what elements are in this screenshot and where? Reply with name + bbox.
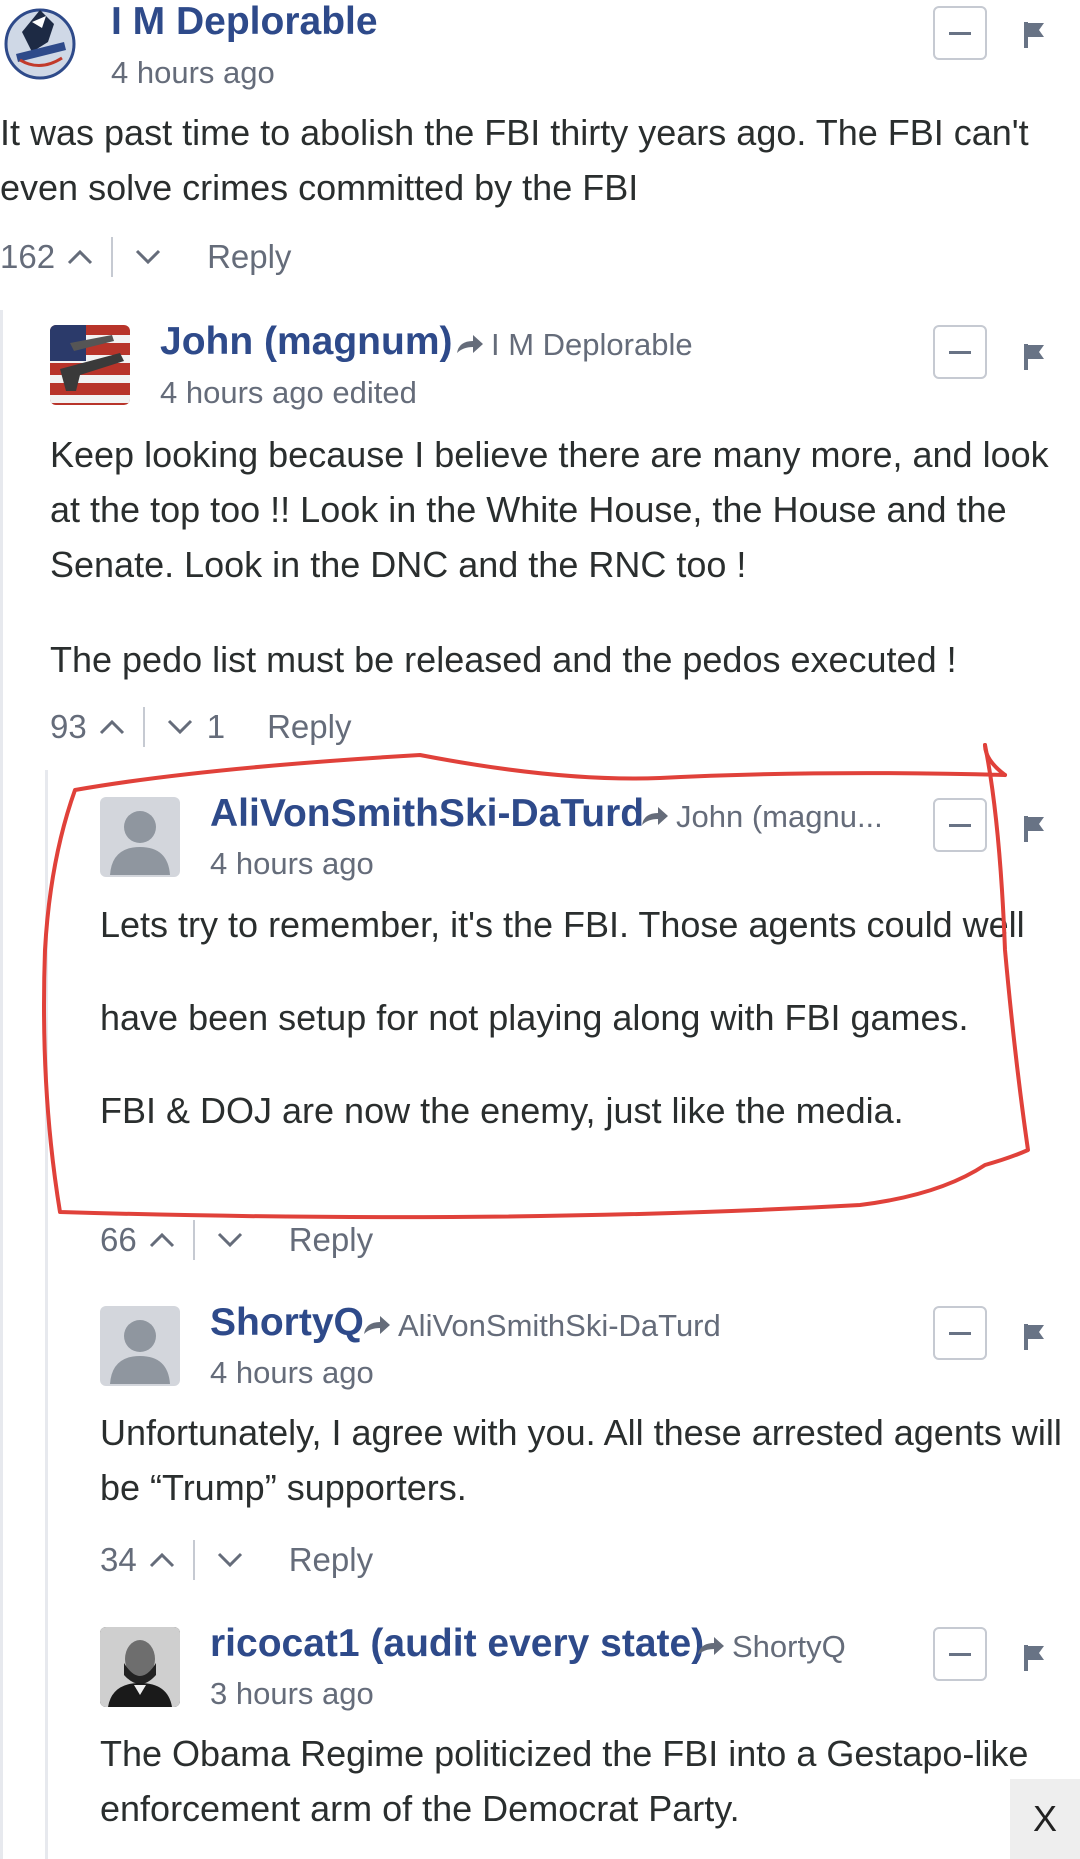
upvote-icon[interactable] <box>67 249 93 265</box>
thread-line-level-2 <box>45 770 48 1859</box>
vote-divider <box>192 1540 195 1580</box>
reply-arrow-icon <box>457 335 483 353</box>
comment-timestamp[interactable]: 4 hours ago <box>111 55 275 91</box>
flag-icon[interactable] <box>1022 20 1046 48</box>
avatar[interactable] <box>50 325 130 405</box>
comment-paragraph: The pedo list must be released and the p… <box>50 639 957 680</box>
thread-line-level-1 <box>0 310 3 1859</box>
comment-body: It was past time to abolish the FBI thir… <box>0 105 1060 215</box>
comment-paragraph: It was past time to abolish the FBI thir… <box>0 112 1029 208</box>
upvote-icon[interactable] <box>149 1232 175 1248</box>
comment-body: Lets try to remember, it's the FBI. Thos… <box>100 897 1060 1138</box>
reply-to[interactable]: John (magnu... <box>640 799 883 835</box>
avatar[interactable] <box>100 797 180 877</box>
collapse-button[interactable] <box>933 6 987 60</box>
vote-row: 34 Reply <box>100 1535 373 1585</box>
upvote-count: 93 <box>50 708 87 745</box>
collapse-button[interactable] <box>933 798 987 852</box>
reply-arrow-icon <box>642 807 668 825</box>
avatar[interactable] <box>100 1306 180 1386</box>
reply-to-name[interactable]: ShortyQ <box>732 1629 846 1665</box>
comment-author[interactable]: ricocat1 (audit every state) <box>210 1622 704 1666</box>
comment-timestamp[interactable]: 3 hours ago <box>210 1676 374 1712</box>
reply-button[interactable]: Reply <box>267 708 351 746</box>
avatar[interactable] <box>100 1627 180 1707</box>
comment-author[interactable]: ShortyQ <box>210 1301 364 1345</box>
collapse-button[interactable] <box>933 1306 987 1360</box>
reply-arrow-icon <box>698 1637 724 1655</box>
default-user-icon <box>110 811 170 875</box>
comment-body: Keep looking because I believe there are… <box>50 427 1060 687</box>
upvote-icon[interactable] <box>99 719 125 735</box>
reply-button[interactable]: Reply <box>289 1221 373 1259</box>
reply-arrow-icon <box>364 1316 390 1334</box>
reply-button[interactable]: Reply <box>289 1541 373 1579</box>
comment-paragraph: The Obama Regime politicized the FBI int… <box>100 1733 1029 1829</box>
comment-author[interactable]: AliVonSmithSki-DaTurd <box>210 792 644 836</box>
upvote-icon[interactable] <box>149 1552 175 1568</box>
comment-body: Unfortunately, I agree with you. All the… <box>100 1405 1080 1515</box>
vote-row: 66 Reply <box>100 1215 373 1265</box>
flag-and-guns-avatar <box>50 325 130 405</box>
vote-divider <box>111 237 114 277</box>
reply-to-name[interactable]: AliVonSmithSki-DaTurd <box>398 1308 721 1344</box>
vote-row: 162 Reply <box>0 232 291 282</box>
reply-button[interactable]: Reply <box>207 238 291 276</box>
portrait-avatar <box>100 1627 180 1707</box>
collapse-button[interactable] <box>933 325 987 379</box>
comment-timestamp[interactable]: 4 hours ago <box>210 846 374 882</box>
comment-author[interactable]: I M Deplorable <box>111 0 378 44</box>
downvote-count: 1 <box>206 708 226 745</box>
close-button[interactable]: X <box>1010 1779 1080 1859</box>
flag-icon[interactable] <box>1022 814 1046 842</box>
downvote-icon[interactable] <box>135 249 161 265</box>
fighting-squadron-logo <box>4 8 76 80</box>
reply-to[interactable]: ShortyQ <box>696 1629 846 1665</box>
comment-timestamp[interactable]: 4 hours ago <box>210 1355 374 1391</box>
comment-body: The Obama Regime politicized the FBI int… <box>100 1726 1050 1836</box>
comment-paragraph: Lets try to remember, it's the FBI. Thos… <box>100 904 1025 945</box>
comment-author[interactable]: John (magnum) <box>160 320 452 364</box>
flag-icon[interactable] <box>1022 1322 1046 1350</box>
flag-icon[interactable] <box>1022 1643 1046 1671</box>
downvote-icon[interactable] <box>167 719 193 735</box>
comment-paragraph: FBI & DOJ are now the enemy, just like t… <box>100 1090 904 1131</box>
upvote-count: 66 <box>100 1221 137 1258</box>
comment-timestamp[interactable]: 4 hours ago edited <box>160 375 417 411</box>
default-user-icon <box>110 1320 170 1384</box>
reply-to[interactable]: AliVonSmithSki-DaTurd <box>362 1308 721 1344</box>
vote-divider <box>192 1220 195 1260</box>
vote-row: 93 1 Reply <box>50 702 351 752</box>
downvote-icon[interactable] <box>217 1552 243 1568</box>
vote-divider <box>142 707 145 747</box>
collapse-button[interactable] <box>933 1627 987 1681</box>
avatar[interactable] <box>2 2 78 82</box>
upvote-count: 34 <box>100 1541 137 1578</box>
comment-paragraph: have been setup for not playing along wi… <box>100 997 969 1038</box>
reply-to[interactable]: I M Deplorable <box>455 327 693 363</box>
downvote-icon[interactable] <box>217 1232 243 1248</box>
flag-icon[interactable] <box>1022 342 1046 370</box>
reply-to-name[interactable]: John (magnu... <box>676 799 883 835</box>
comment-paragraph: Unfortunately, I agree with you. All the… <box>100 1412 1062 1508</box>
reply-to-name[interactable]: I M Deplorable <box>491 327 693 363</box>
upvote-count: 162 <box>0 238 56 275</box>
comment-paragraph: Keep looking because I believe there are… <box>50 434 1049 585</box>
